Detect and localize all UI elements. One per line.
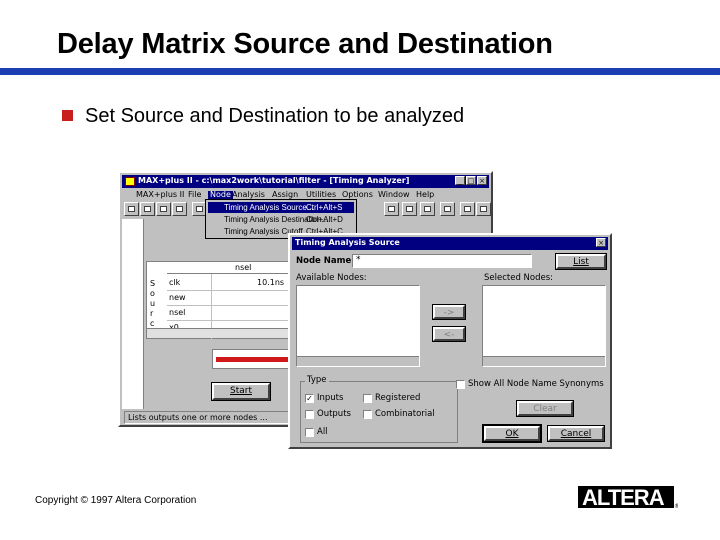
progress-fill (216, 357, 290, 362)
inputs-checkbox[interactable]: ✓ (305, 394, 314, 403)
main-window-title: MAX+plus II - c:\max2work\tutorial\filte… (138, 176, 410, 185)
cancel-button[interactable]: Cancel (548, 426, 604, 441)
simulator-icon[interactable] (420, 202, 435, 216)
registered-label: Registered (375, 393, 421, 403)
registered-mark: ® (674, 503, 678, 509)
menu-help[interactable]: Help (416, 191, 434, 199)
ok-button[interactable]: OK (484, 426, 540, 441)
all-checkbox[interactable] (305, 428, 314, 437)
horizontal-scrollbar[interactable] (147, 328, 295, 338)
menu-maxplus[interactable]: MAX+plus II (136, 191, 184, 199)
clear-button[interactable]: Clear (517, 401, 573, 416)
row-divider (167, 320, 297, 321)
copyright-text: Copyright © 1997 Altera Corporation (35, 495, 197, 506)
checkmark-icon: ✓ (306, 394, 313, 403)
status-text: Lists outputs one or more nodes ... (128, 413, 268, 422)
add-node-button[interactable]: -> (433, 305, 465, 319)
start-button[interactable]: Start (212, 383, 270, 400)
combinatorial-label: Combinatorial (375, 409, 435, 419)
available-nodes-list[interactable] (296, 285, 420, 367)
selected-scrollbar[interactable] (483, 356, 605, 366)
all-label: All (317, 427, 328, 437)
table-row[interactable]: clk (169, 279, 180, 287)
help-icon[interactable] (476, 202, 491, 216)
table-row[interactable]: nsel (169, 309, 185, 317)
registered-checkbox[interactable] (363, 394, 372, 403)
node-name-input[interactable]: * (352, 254, 532, 268)
outputs-checkbox[interactable] (305, 410, 314, 419)
menu-file[interactable]: File (188, 191, 201, 199)
available-nodes-label: Available Nodes: (296, 273, 367, 283)
source-label-s: S (150, 279, 156, 288)
progress-bar (212, 349, 292, 369)
title-rule (0, 68, 720, 75)
source-label-o: o (150, 289, 155, 298)
close-window-button[interactable]: × (477, 176, 487, 185)
selected-nodes-label: Selected Nodes: (484, 273, 554, 283)
inputs-label: Inputs (317, 393, 344, 403)
bullet-icon (62, 110, 73, 121)
table-row[interactable]: new (169, 294, 186, 302)
save-icon[interactable] (156, 202, 171, 216)
menu-analysis[interactable]: Analysis (232, 191, 265, 199)
synonyms-checkbox[interactable] (456, 380, 465, 389)
selected-nodes-list[interactable] (482, 285, 606, 367)
menu-options[interactable]: Options (342, 191, 373, 199)
menu-node[interactable]: Node (208, 191, 233, 199)
slide-title: Delay Matrix Source and Destination (57, 28, 553, 60)
dialog-close-icon[interactable]: × (596, 238, 606, 247)
menu-timing-destination[interactable]: Timing Analysis Destination... Ctrl+Alt+D (208, 214, 354, 225)
maximize-button[interactable]: □ (466, 176, 476, 185)
column-header: nsel (235, 263, 252, 272)
type-group-label: Type (305, 375, 329, 385)
source-label-r: r (150, 309, 154, 318)
row-divider (167, 290, 297, 291)
timing-source-dialog: Timing Analysis Source × Node Name: * Li… (288, 233, 612, 449)
menu-assign[interactable]: Assign (272, 191, 298, 199)
mdi-background (122, 219, 144, 409)
status-bar: Lists outputs one or more nodes ... (124, 411, 300, 424)
combinatorial-checkbox[interactable] (363, 410, 372, 419)
delay-value: 10.1ns (257, 278, 285, 287)
list-button[interactable]: List (556, 254, 606, 269)
header-divider (167, 273, 297, 274)
print-icon[interactable] (172, 202, 187, 216)
menu-timing-source[interactable]: Timing Analysis Source... Ctrl+Alt+S (208, 202, 354, 213)
outputs-label: Outputs (317, 409, 351, 419)
timing-icon[interactable] (440, 202, 455, 216)
app-icon (125, 177, 135, 186)
source-label-c: c (150, 319, 155, 328)
menu-window[interactable]: Window (378, 191, 410, 199)
matrix-grid: nsel S o u r c e clk new nsel x0 10.1ns (146, 261, 297, 340)
row-divider (167, 305, 297, 306)
remove-node-button[interactable]: <- (433, 327, 465, 341)
dialog-title: Timing Analysis Source (295, 238, 400, 247)
new-file-icon[interactable] (124, 202, 139, 216)
open-folder-icon[interactable] (140, 202, 155, 216)
hierarchy-icon[interactable] (384, 202, 399, 216)
compiler-icon[interactable] (402, 202, 417, 216)
programmer-icon[interactable] (460, 202, 475, 216)
minimize-button[interactable]: _ (455, 176, 465, 185)
bullet-text: Set Source and Destination to be analyze… (85, 105, 465, 127)
logo-text: ALTERA (582, 485, 665, 509)
dialog-titlebar: Timing Analysis Source (292, 237, 608, 250)
available-scrollbar[interactable] (297, 356, 419, 366)
main-titlebar: MAX+plus II - c:\max2work\tutorial\filte… (122, 175, 489, 188)
altera-logo: ALTERA ® (578, 485, 678, 509)
synonyms-label: Show All Node Name Synonyms (468, 379, 604, 389)
source-label-u: u (150, 299, 156, 308)
type-group: Type ✓ Inputs Registered Outputs Combina… (300, 376, 458, 443)
node-name-label: Node Name: (296, 256, 355, 266)
menu-utilities[interactable]: Utilities (306, 191, 336, 199)
